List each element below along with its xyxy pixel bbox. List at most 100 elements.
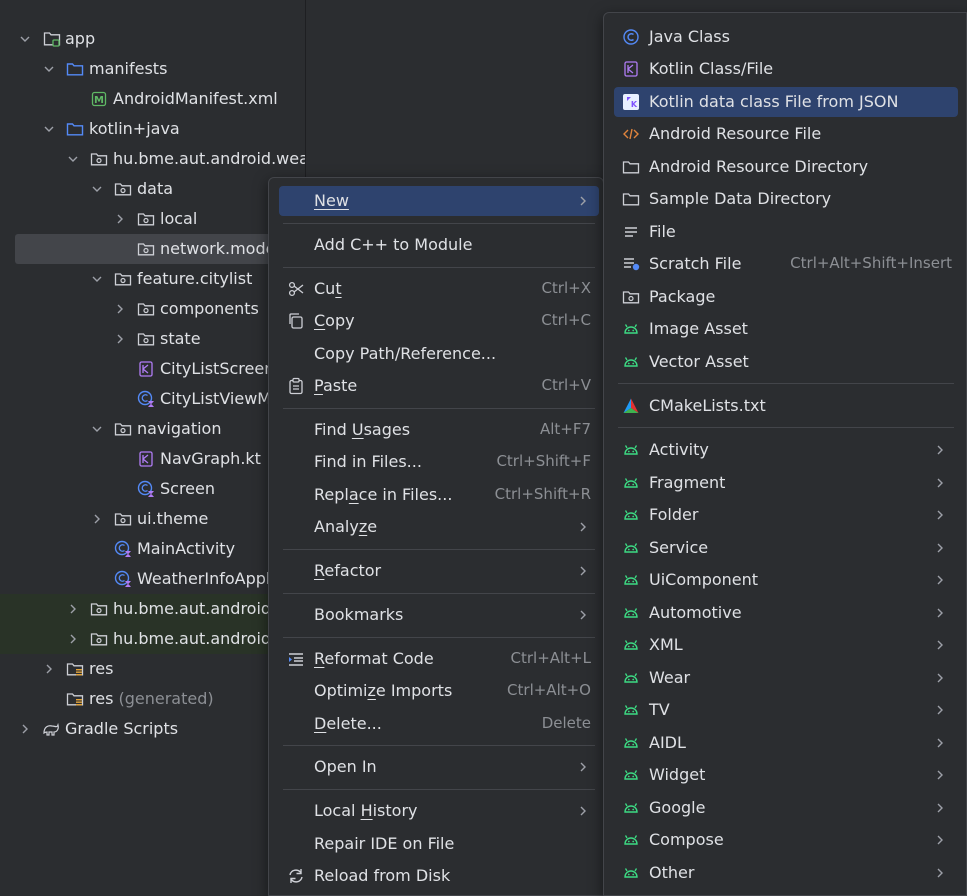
tree-item-main-activity[interactable]: MainActivity <box>0 534 305 564</box>
chevron-right-icon[interactable] <box>113 302 127 316</box>
menu-item-add-cpp[interactable]: Add C++ to Module <box>279 230 599 260</box>
chevron-down-icon[interactable] <box>90 422 104 436</box>
tree-item-label: components <box>160 299 259 318</box>
tree-item-kotlin-java[interactable]: kotlin+java <box>0 114 305 144</box>
chevron-down-icon[interactable] <box>90 182 104 196</box>
tree-item-state[interactable]: state <box>0 324 305 354</box>
tree-item-network-model[interactable]: network.mode <box>15 234 305 264</box>
submenu-item-file[interactable]: File <box>614 217 958 247</box>
tree-item-components[interactable]: components <box>0 294 305 324</box>
menu-separator <box>283 789 595 790</box>
menu-item-repair-ide[interactable]: Repair IDE on File <box>279 829 599 859</box>
tree-item-ui-theme[interactable]: ui.theme <box>0 504 305 534</box>
chevron-right-icon[interactable] <box>113 212 127 226</box>
chevron-down-icon[interactable] <box>42 62 56 76</box>
submenu-item-compose[interactable]: Compose <box>614 825 958 855</box>
resource-folder-icon <box>66 690 84 708</box>
submenu-item-service[interactable]: Service <box>614 533 958 563</box>
tree-item-res-generated[interactable]: res (generated) <box>0 684 305 714</box>
submenu-item-android-resource-directory[interactable]: Android Resource Directory <box>614 152 958 182</box>
submenu-item-cmakelists[interactable]: CMakeLists.txt <box>614 391 958 421</box>
chevron-right-icon[interactable] <box>90 512 104 526</box>
tree-item-android-manifest[interactable]: AndroidManifest.xml <box>0 84 305 114</box>
menu-item-label: Copy <box>314 311 355 330</box>
chevron-right-icon[interactable] <box>42 662 56 676</box>
submenu-item-tv[interactable]: TV <box>614 695 958 725</box>
tree-item-root-package[interactable]: hu.bme.aut.android.weath <box>0 144 305 174</box>
submenu-item-wear[interactable]: Wear <box>614 663 958 693</box>
chevron-down-icon[interactable] <box>42 122 56 136</box>
menu-item-refactor[interactable]: Refactor <box>279 556 599 586</box>
tree-item-navigation[interactable]: navigation <box>0 414 305 444</box>
package-icon <box>137 240 155 258</box>
menu-item-paste[interactable]: Paste Ctrl+V <box>279 371 599 401</box>
chevron-down-icon[interactable] <box>66 152 80 166</box>
chevron-right-icon <box>934 834 946 846</box>
tree-item-data[interactable]: data <box>0 174 305 204</box>
submenu-item-google[interactable]: Google <box>614 793 958 823</box>
tree-item-test-package[interactable]: hu.bme.aut.android.w <box>0 594 305 624</box>
menu-item-find-usages[interactable]: Find Usages Alt+F7 <box>279 415 599 445</box>
tree-item-gradle-scripts[interactable]: Gradle Scripts <box>0 714 305 744</box>
tree-item-citylist-viewmodel[interactable]: CityListViewM <box>0 384 305 414</box>
menu-separator <box>283 408 595 409</box>
chevron-right-icon[interactable] <box>113 332 127 346</box>
submenu-item-widget[interactable]: Widget <box>614 760 958 790</box>
submenu-item-activity[interactable]: Activity <box>614 435 958 465</box>
menu-item-optimize-imports[interactable]: Optimize Imports Ctrl+Alt+O <box>279 676 599 706</box>
tree-item-local[interactable]: local <box>0 204 305 234</box>
submenu-item-sample-data-directory[interactable]: Sample Data Directory <box>614 184 958 214</box>
android-icon <box>622 539 640 557</box>
menu-item-analyze[interactable]: Analyze <box>279 512 599 542</box>
menu-item-delete[interactable]: Delete... Delete <box>279 709 599 739</box>
menu-item-copy[interactable]: Copy Ctrl+C <box>279 306 599 336</box>
tree-item-citylist-screen[interactable]: CityListScreen <box>0 354 305 384</box>
menu-item-new[interactable]: New <box>279 186 599 216</box>
android-icon <box>622 669 640 687</box>
submenu-item-kotlin-json[interactable]: Kotlin data class File from JSON <box>614 87 958 117</box>
chevron-down-icon[interactable] <box>18 32 32 46</box>
menu-item-cut[interactable]: Cut Ctrl+X <box>279 274 599 304</box>
chevron-right-icon[interactable] <box>66 632 80 646</box>
menu-item-reload-from-disk[interactable]: Reload from Disk <box>279 861 599 891</box>
chevron-right-icon[interactable] <box>18 722 32 736</box>
submenu-item-package[interactable]: Package <box>614 282 958 312</box>
menu-item-copy-path[interactable]: Copy Path/Reference... <box>279 339 599 369</box>
submenu-item-kotlin-class[interactable]: Kotlin Class/File <box>614 54 958 84</box>
tree-item-screen[interactable]: Screen <box>0 474 305 504</box>
submenu-item-vector-asset[interactable]: Vector Asset <box>614 347 958 377</box>
tree-item-weather-info-app[interactable]: WeatherInfoAppli <box>0 564 305 594</box>
submenu-item-java-class[interactable]: Java Class <box>614 22 958 52</box>
menu-item-reformat-code[interactable]: Reformat Code Ctrl+Alt+L <box>279 644 599 674</box>
menu-item-local-history[interactable]: Local History <box>279 796 599 826</box>
tree-item-manifests[interactable]: manifests <box>0 54 305 84</box>
menu-item-replace-in-files[interactable]: Replace in Files... Ctrl+Shift+R <box>279 480 599 510</box>
tree-item-res[interactable]: res <box>0 654 305 684</box>
submenu-item-scratch-file[interactable]: Scratch File Ctrl+Alt+Shift+Insert <box>614 249 958 279</box>
submenu-item-other[interactable]: Other <box>614 858 958 888</box>
menu-item-find-in-files[interactable]: Find in Files... Ctrl+Shift+F <box>279 447 599 477</box>
android-icon <box>622 864 640 882</box>
submenu-item-fragment[interactable]: Fragment <box>614 468 958 498</box>
submenu-item-android-resource-file[interactable]: Android Resource File <box>614 119 958 149</box>
chevron-right-icon[interactable] <box>66 602 80 616</box>
menu-item-label: Reformat Code <box>314 649 434 668</box>
submenu-item-image-asset[interactable]: Image Asset <box>614 314 958 344</box>
submenu-item-aidl[interactable]: AIDL <box>614 728 958 758</box>
submenu-item-xml[interactable]: XML <box>614 630 958 660</box>
tree-item-feature-citylist[interactable]: feature.citylist <box>0 264 305 294</box>
submenu-item-automotive[interactable]: Automotive <box>614 598 958 628</box>
package-icon <box>622 288 640 306</box>
tree-item-app[interactable]: app <box>0 24 305 54</box>
android-icon <box>622 734 640 752</box>
tree-item-navgraph[interactable]: NavGraph.kt <box>0 444 305 474</box>
menu-item-bookmarks[interactable]: Bookmarks <box>279 600 599 630</box>
submenu-item-label: Android Resource File <box>649 124 822 143</box>
chevron-down-icon[interactable] <box>90 272 104 286</box>
tree-item-test-package[interactable]: hu.bme.aut.android.w <box>0 624 305 654</box>
menu-item-label: New <box>314 191 349 210</box>
submenu-item-folder[interactable]: Folder <box>614 500 958 530</box>
submenu-item-label: File <box>649 222 676 241</box>
submenu-item-uicomponent[interactable]: UiComponent <box>614 565 958 595</box>
menu-item-open-in[interactable]: Open In <box>279 752 599 782</box>
